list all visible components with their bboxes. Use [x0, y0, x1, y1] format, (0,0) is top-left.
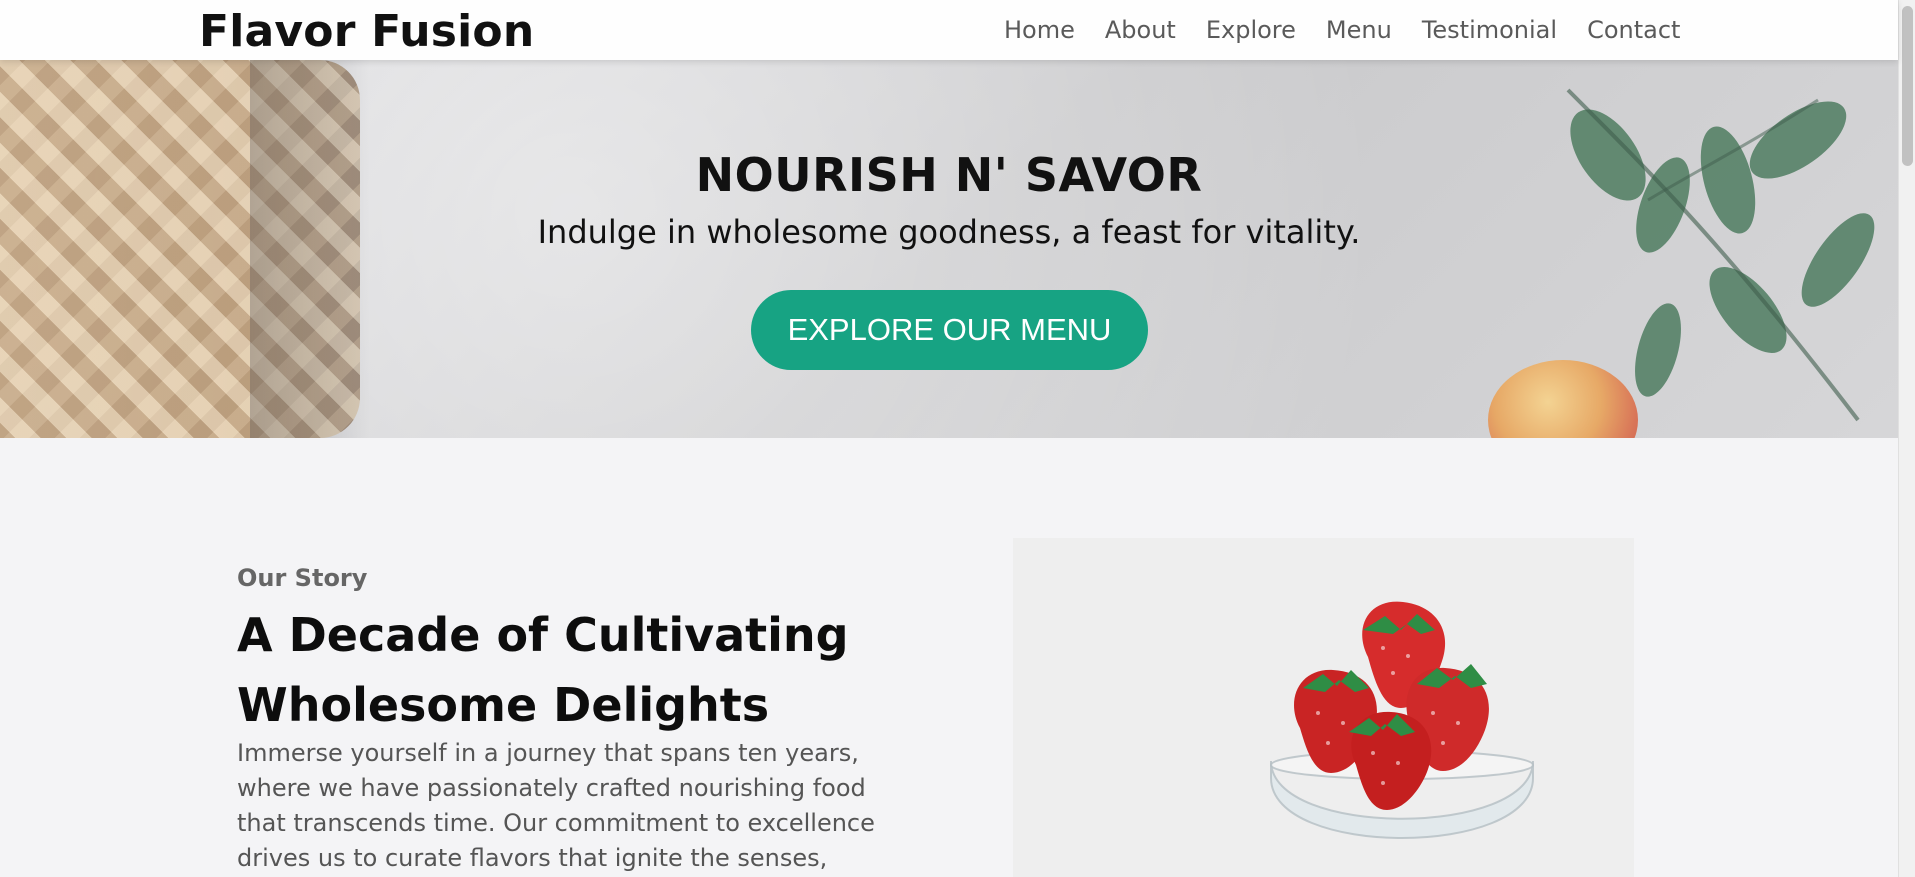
- story-eyebrow: Our Story: [237, 564, 368, 592]
- leaf-7: [1635, 303, 1681, 397]
- explore-menu-button[interactable]: EXPLORE OUR MENU: [751, 290, 1148, 370]
- story-heading: A Decade of Cultivating Wholesome Deligh…: [237, 608, 849, 732]
- page: Flavor Fusion Home About Explore Menu Te…: [0, 0, 1915, 877]
- nav-menu[interactable]: Menu: [1326, 16, 1392, 44]
- scrollbar-thumb[interactable]: [1902, 6, 1913, 166]
- strawberries-image: [1013, 538, 1634, 877]
- story-text: Immerse yourself in a journey that spans…: [237, 739, 875, 872]
- nav-explore[interactable]: Explore: [1206, 16, 1296, 44]
- nav-about[interactable]: About: [1105, 16, 1176, 44]
- main-nav: Home About Explore Menu Testimonial Cont…: [1004, 16, 1680, 44]
- story-section: Our Story A Decade of Cultivating Wholes…: [0, 438, 1898, 877]
- strawberries-illustration: [1013, 538, 1634, 877]
- page-scrollbar[interactable]: [1898, 0, 1915, 877]
- hero-section: NOURISH N' SAVOR Indulge in wholesome go…: [0, 60, 1898, 438]
- nav-home[interactable]: Home: [1004, 16, 1075, 44]
- hero-title: NOURISH N' SAVOR: [695, 148, 1203, 202]
- site-header: Flavor Fusion Home About Explore Menu Te…: [0, 0, 1898, 60]
- leaf-6: [1709, 267, 1787, 353]
- hero-subtitle: Indulge in wholesome goodness, a feast f…: [537, 213, 1361, 251]
- brand-logo-text[interactable]: Flavor Fusion: [199, 6, 534, 57]
- nav-testimonial[interactable]: Testimonial: [1422, 16, 1557, 44]
- nav-contact[interactable]: Contact: [1587, 16, 1680, 44]
